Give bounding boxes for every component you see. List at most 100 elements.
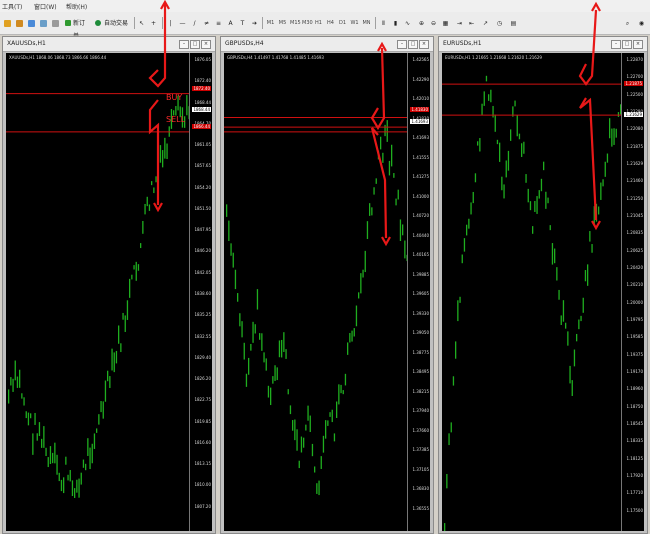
- price-tick-label: 1.21629: [626, 161, 643, 166]
- candle: [74, 488, 76, 498]
- timeframe-m15[interactable]: M15: [289, 16, 301, 29]
- horizontal-line-icon[interactable]: —: [177, 16, 188, 29]
- bar-chart-icon[interactable]: Ⅱ: [378, 16, 389, 29]
- price-chart[interactable]: XAUUSDs,H1 1868.06 1868.73 1866.66 1866.…: [6, 53, 212, 531]
- timeframe-mn[interactable]: MN: [361, 16, 372, 29]
- search-icon[interactable]: ⌕: [622, 16, 633, 29]
- minimize-icon[interactable]: –: [611, 40, 621, 49]
- trendline-icon[interactable]: /: [189, 16, 200, 29]
- candle: [245, 373, 248, 387]
- autotrade-button[interactable]: 自动交易: [92, 16, 132, 29]
- price-tick-label: 1876.05: [194, 57, 211, 62]
- vertical-line-icon[interactable]: |: [165, 16, 176, 29]
- new-chart-icon[interactable]: [2, 16, 13, 29]
- text-icon[interactable]: A: [225, 16, 236, 29]
- candle: [27, 412, 30, 426]
- candle: [358, 292, 360, 299]
- tile-windows-icon[interactable]: ▦: [440, 16, 451, 29]
- close-icon[interactable]: ×: [633, 40, 643, 49]
- price-tick-label: 1838.60: [194, 291, 211, 296]
- chart-shift-icon[interactable]: ⇤: [466, 16, 477, 29]
- maximize-icon[interactable]: □: [190, 40, 200, 49]
- menu-item-help[interactable]: 帮助(H): [66, 2, 87, 11]
- price-tick-label: 1.18750: [626, 403, 643, 409]
- candle: [503, 184, 505, 199]
- candle: [263, 352, 265, 363]
- timeframe-m5[interactable]: M5: [277, 16, 288, 29]
- candle: [265, 358, 267, 371]
- candle: [591, 244, 593, 253]
- price-tick-label: 1816.60: [194, 439, 211, 445]
- candle: [600, 182, 602, 200]
- indicators-icon[interactable]: ↗: [480, 16, 491, 29]
- zoom-out-icon[interactable]: ⊖: [428, 16, 439, 29]
- price-tick-label: 1.42565: [412, 57, 429, 62]
- crosshair-icon[interactable]: +: [148, 16, 159, 29]
- profiles-icon[interactable]: [14, 16, 25, 29]
- maximize-icon[interactable]: □: [622, 40, 632, 49]
- chart-window-titlebar[interactable]: GBPUSDs,H4 – □ ×: [221, 37, 433, 52]
- chart-window-xauusd[interactable]: XAUUSDs,H1 – □ × XAUUSDs,H1 1868.06 1868…: [2, 36, 216, 534]
- menu-item-window[interactable]: 窗口(W): [34, 2, 57, 11]
- menu-item-tools[interactable]: 工具(T): [2, 2, 22, 11]
- chart-window-title: XAUUSDs,H1: [7, 40, 46, 47]
- candle: [278, 340, 281, 358]
- price-tick-label: 1861.05: [194, 142, 211, 148]
- candle: [382, 152, 384, 163]
- candle: [144, 203, 146, 215]
- navigator-icon[interactable]: [38, 16, 49, 29]
- line-chart-icon[interactable]: ∿: [402, 16, 413, 29]
- candle: [554, 248, 556, 264]
- close-icon[interactable]: ×: [201, 40, 211, 49]
- close-icon[interactable]: ×: [419, 40, 429, 49]
- chart-window-titlebar[interactable]: XAUUSDs,H1 – □ ×: [3, 37, 215, 52]
- timeframe-w1[interactable]: W1: [349, 16, 360, 29]
- templates-icon[interactable]: ▤: [508, 16, 519, 29]
- ohlc-readout: GBPUSDs,H4 1.41497 1.41768 1.41485 1.416…: [227, 55, 324, 60]
- periods-icon[interactable]: ◷: [494, 16, 505, 29]
- market-watch-icon[interactable]: [26, 16, 37, 29]
- candle: [155, 176, 157, 183]
- candle: [157, 168, 159, 180]
- maximize-icon[interactable]: □: [408, 40, 418, 49]
- label-icon[interactable]: T: [237, 16, 248, 29]
- candlestick-icon[interactable]: ▮: [390, 16, 401, 29]
- candle: [613, 128, 615, 145]
- price-tick-label: 1.20420: [626, 265, 643, 270]
- timeframe-m30[interactable]: M30: [301, 16, 313, 29]
- terminal-icon[interactable]: [50, 16, 61, 29]
- community-icon[interactable]: ◉: [636, 16, 647, 29]
- arrows-icon[interactable]: ➔: [249, 16, 260, 29]
- chart-window-titlebar[interactable]: EURUSDs,H1 – □ ×: [439, 37, 647, 52]
- minimize-icon[interactable]: –: [179, 40, 189, 49]
- price-chart[interactable]: GBPUSDs,H4 1.41497 1.41768 1.41485 1.416…: [224, 53, 430, 531]
- candle: [375, 178, 377, 184]
- price-tick-label: 1.20625: [626, 247, 643, 253]
- chart-window-gbpusd[interactable]: GBPUSDs,H4 – □ × GBPUSDs,H4 1.41497 1.41…: [220, 36, 434, 534]
- price-tick-label: 1.19585: [626, 334, 643, 340]
- candle: [89, 447, 91, 470]
- candle: [153, 187, 155, 194]
- price-chart[interactable]: EURUSDs,H1 1.21665 1.21668 1.21620 1.216…: [442, 53, 644, 531]
- timeframe-h1[interactable]: H1: [313, 16, 324, 29]
- candle: [109, 376, 111, 388]
- chart-window-eurusd[interactable]: EURUSDs,H1 – □ × EURUSDs,H1 1.21665 1.21…: [438, 36, 648, 534]
- menu-bar: 工具(T) 窗口(W) 帮助(H): [0, 0, 650, 12]
- timeframe-d1[interactable]: D1: [337, 16, 348, 29]
- candle: [318, 480, 320, 496]
- candle: [76, 479, 78, 493]
- new-order-button[interactable]: 新订单: [62, 16, 90, 40]
- minimize-icon[interactable]: –: [397, 40, 407, 49]
- timeframe-m1[interactable]: M1: [265, 16, 276, 29]
- candle: [490, 89, 492, 103]
- cursor-icon[interactable]: ↖: [136, 16, 147, 29]
- autoscroll-icon[interactable]: ⇥: [454, 16, 465, 29]
- candle: [488, 94, 490, 101]
- candle: [23, 397, 25, 406]
- zoom-in-icon[interactable]: ⊕: [416, 16, 427, 29]
- channel-icon[interactable]: ≠: [201, 16, 212, 29]
- fibonacci-icon[interactable]: ≡: [213, 16, 224, 29]
- price-tick-label: 1.22080: [626, 126, 643, 132]
- candle: [32, 433, 34, 455]
- timeframe-h4[interactable]: H4: [325, 16, 336, 29]
